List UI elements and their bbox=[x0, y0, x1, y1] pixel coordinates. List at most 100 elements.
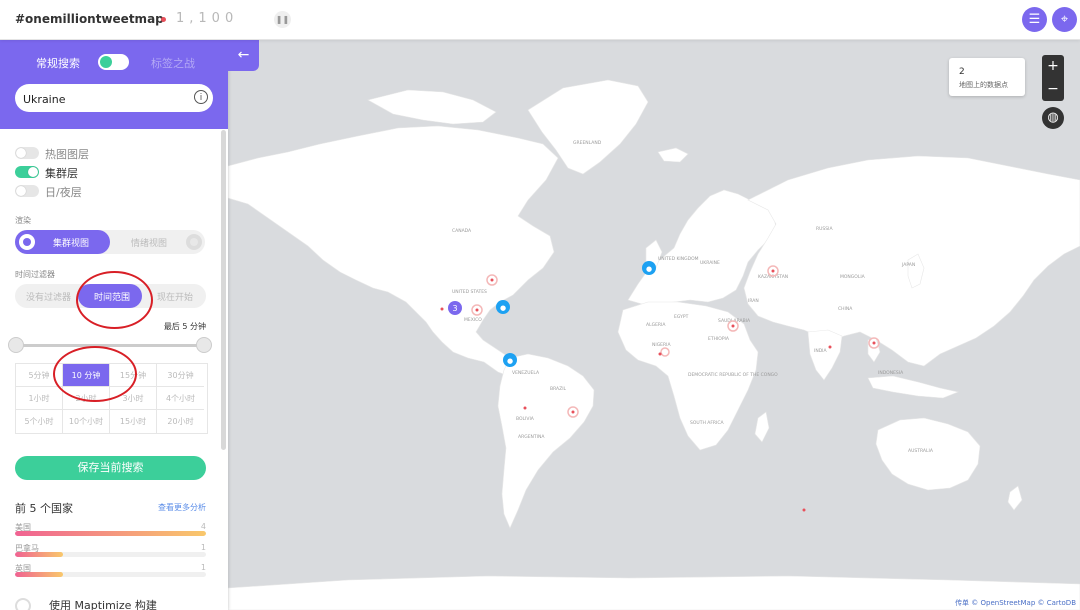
leaflet-link[interactable]: 传单 bbox=[955, 599, 969, 607]
osm-link[interactable]: © OpenStreetMap bbox=[971, 599, 1035, 607]
zoom-out-button[interactable]: − bbox=[1042, 78, 1064, 101]
carto-link[interactable]: © CartoDB bbox=[1038, 599, 1077, 607]
render-sentiment-option[interactable]: 情绪视图 bbox=[131, 236, 167, 249]
render-cluster-option[interactable]: 集群视图 bbox=[15, 230, 110, 254]
country-bar-fill bbox=[15, 531, 206, 536]
map-label-algeria: ALGERIA bbox=[646, 322, 666, 328]
map-label-iran: IRAN bbox=[748, 298, 759, 304]
mode-toggle[interactable] bbox=[98, 54, 129, 70]
collapse-panel-button[interactable]: ← bbox=[228, 40, 259, 71]
map-label-greenland: GREENLAND bbox=[573, 140, 602, 146]
data-points-count: 2 bbox=[959, 67, 965, 77]
panel-scrollbar[interactable] bbox=[221, 130, 226, 450]
world-map[interactable]: GREENLAND CANADA UNITED STATES MEXICO VE… bbox=[228, 40, 1080, 610]
top-bar: #onemilliontweetmap 1,100 ❚❚ ☰ ⌖ bbox=[0, 0, 1080, 40]
map-label-venezuela: VENEZUELA bbox=[512, 370, 540, 376]
twitter-bird-icon: ● bbox=[646, 265, 652, 273]
tweet-dot bbox=[802, 508, 806, 512]
time-15h[interactable]: 15小时 bbox=[110, 410, 157, 433]
render-title: 渲染 bbox=[15, 216, 31, 225]
map-label-russia: RUSSIA bbox=[816, 226, 833, 232]
info-icon[interactable]: i bbox=[194, 90, 208, 104]
pause-icon: ❚❚ bbox=[275, 15, 290, 24]
map-label-united-kingdom: UNITED KINGDOM bbox=[658, 256, 699, 262]
list-button[interactable]: ☰ bbox=[1022, 7, 1047, 32]
map-label-nigeria: NIGERIA bbox=[652, 342, 671, 348]
time-option-now[interactable]: 现在开始 bbox=[157, 290, 193, 303]
tweet-dot bbox=[571, 410, 575, 414]
tweet-dot bbox=[440, 307, 444, 311]
mode-hashtag-battle[interactable]: 标签之战 bbox=[151, 55, 195, 71]
map-label-kazakhstan: KAZAKHSTAN bbox=[758, 274, 788, 280]
land-north-america bbox=[228, 125, 559, 379]
country-bar bbox=[15, 552, 206, 557]
map-label-united-states: UNITED STATES bbox=[452, 289, 487, 295]
toggle-knob bbox=[100, 56, 112, 68]
cluster-count: 3 bbox=[452, 304, 457, 313]
map-canvas[interactable]: GREENLAND CANADA UNITED STATES MEXICO VE… bbox=[228, 40, 1080, 610]
time-4h[interactable]: 4个小时 bbox=[157, 387, 204, 410]
render-toggle[interactable]: 集群视图 情绪视图 bbox=[15, 230, 205, 254]
location-button[interactable]: ⌖ bbox=[1052, 7, 1077, 32]
time-1h[interactable]: 1小时 bbox=[16, 387, 63, 410]
land-iceland bbox=[657, 147, 689, 163]
map-label-congo: DEMOCRATIC REPUBLIC OF THE CONGO bbox=[688, 372, 778, 378]
layer-daynight-label: 日/夜层 bbox=[45, 186, 82, 199]
layer-cluster-label: 集群层 bbox=[45, 167, 78, 180]
tweet-dot bbox=[731, 324, 735, 328]
tweet-dot bbox=[523, 406, 527, 410]
slider-handle-end[interactable] bbox=[196, 337, 212, 353]
slider-handle-start[interactable] bbox=[8, 337, 24, 353]
cluster-switch[interactable] bbox=[15, 166, 39, 178]
tweet-dot bbox=[828, 345, 832, 349]
panel-header: 常规搜索 标签之战 i bbox=[0, 40, 228, 129]
country-bar-fill bbox=[15, 552, 63, 557]
land-indonesia bbox=[867, 375, 960, 399]
map-label-canada: CANADA bbox=[452, 228, 472, 234]
map-label-mexico: MEXICO bbox=[464, 317, 482, 323]
land-madagascar bbox=[754, 411, 770, 443]
map-attribution: 传单 © OpenStreetMap © CartoDB bbox=[953, 598, 1078, 608]
land-australia bbox=[875, 417, 981, 491]
search-input[interactable] bbox=[21, 89, 185, 109]
list-icon: ☰ bbox=[1028, 12, 1041, 27]
map-label-india: INDIA bbox=[814, 348, 827, 354]
search-box: i bbox=[15, 84, 213, 112]
time-filter-title: 时间过滤器 bbox=[15, 270, 55, 279]
globe-icon: ◍ bbox=[1047, 110, 1059, 125]
annotation-circle bbox=[76, 271, 153, 329]
time-option-none[interactable]: 没有过滤器 bbox=[26, 290, 71, 303]
daynight-switch[interactable] bbox=[15, 185, 39, 197]
zoom-control: + − bbox=[1042, 55, 1064, 101]
map-label-south-africa: SOUTH AFRICA bbox=[690, 420, 725, 426]
zoom-in-button[interactable]: + bbox=[1042, 55, 1064, 78]
top-countries-title: 前 5 个国家 bbox=[15, 502, 73, 515]
globe-button[interactable]: ◍ bbox=[1042, 107, 1064, 129]
land-new-zealand bbox=[1007, 485, 1023, 511]
time-slider-track[interactable] bbox=[15, 344, 205, 347]
built-with-label: 使用 Maptimize 构建 bbox=[49, 599, 157, 610]
built-with[interactable]: 使用 Maptimize 构建 bbox=[15, 597, 157, 610]
tweet-counter: 1,100 bbox=[176, 11, 239, 26]
time-10h[interactable]: 10个小时 bbox=[63, 410, 110, 433]
country-count: 1 bbox=[200, 563, 206, 572]
save-search-button[interactable]: 保存当前搜索 bbox=[15, 456, 206, 480]
map-label-bolivia: BOLIVIA bbox=[516, 416, 535, 422]
maptimize-icon bbox=[15, 598, 31, 610]
time-30min[interactable]: 30分钟 bbox=[157, 364, 204, 387]
pause-button[interactable]: ❚❚ bbox=[274, 11, 291, 28]
mode-regular-search[interactable]: 常规搜索 bbox=[36, 55, 80, 71]
twitter-bird-icon: ● bbox=[507, 357, 513, 365]
time-5h[interactable]: 5个小时 bbox=[16, 410, 63, 433]
map-label-japan: JAPAN bbox=[901, 262, 915, 268]
map-label-egypt: EGYPT bbox=[674, 314, 689, 320]
time-20h[interactable]: 20小时 bbox=[157, 410, 204, 433]
layer-heatmap-label: 热图图层 bbox=[45, 148, 89, 161]
heatmap-switch[interactable] bbox=[15, 147, 39, 159]
more-analytics-link[interactable]: 查看更多分析 bbox=[158, 502, 206, 513]
data-points-box: 2 地图上的数据点 bbox=[949, 58, 1025, 96]
app-logo[interactable]: #onemilliontweetmap bbox=[15, 12, 164, 26]
tweet-dot bbox=[490, 278, 494, 282]
annotation-circle bbox=[53, 346, 137, 402]
country-bar bbox=[15, 531, 206, 536]
